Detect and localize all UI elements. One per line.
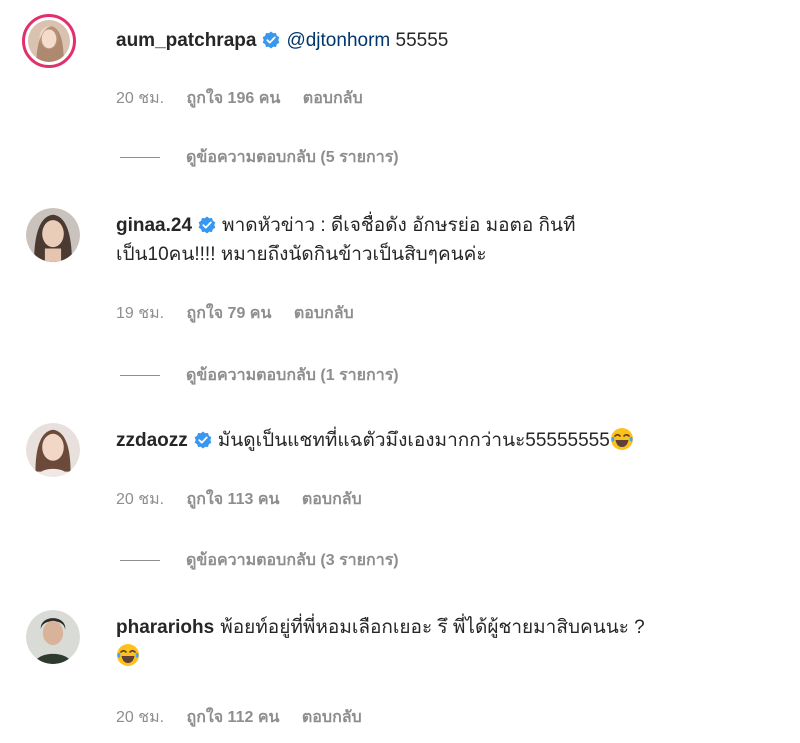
likes-count[interactable]: ถูกใจ 196 คน xyxy=(187,90,281,107)
avatar-photo xyxy=(28,20,70,62)
replies-divider xyxy=(120,560,160,562)
avatar[interactable] xyxy=(26,423,80,477)
comment-username[interactable]: ginaa.24 xyxy=(116,215,192,236)
comment-meta: 20 ชม. ถูกใจ 113 คน ตอบกลับ xyxy=(116,487,380,512)
comment-username[interactable]: pharariohs xyxy=(116,617,214,638)
comment-text: ginaa.24 พาดหัวข่าว : ดีเจชื่อดัง อักษรย่… xyxy=(116,211,760,269)
avatar-photo xyxy=(26,610,80,664)
avatar-photo xyxy=(26,208,80,262)
replies-divider xyxy=(120,375,160,377)
view-replies-button[interactable]: ดูข้อความตอบกลับ (3 รายการ) xyxy=(120,548,399,573)
reply-button[interactable]: ตอบกลับ xyxy=(294,305,354,322)
verified-badge-icon xyxy=(263,31,280,49)
comment-time: 20 ชม. xyxy=(116,491,165,508)
comment-time: 19 ชม. xyxy=(116,305,165,322)
reply-button[interactable]: ตอบกลับ xyxy=(302,709,362,726)
comment-meta: 20 ชม. ถูกใจ 196 คน ตอบกลับ xyxy=(116,86,381,111)
likes-count[interactable]: ถูกใจ 112 คน xyxy=(187,709,280,726)
reply-button[interactable]: ตอบกลับ xyxy=(303,90,363,107)
comment-username[interactable]: aum_patchrapa xyxy=(116,30,256,51)
view-replies-label: ดูข้อความตอบกลับ (1 รายการ) xyxy=(186,367,399,384)
reply-button[interactable]: ตอบกลับ xyxy=(302,491,362,508)
view-replies-button[interactable]: ดูข้อความตอบกลับ (5 รายการ) xyxy=(120,145,399,170)
avatar[interactable] xyxy=(22,14,76,68)
comment-text: pharariohs พ้อยท์อยู่ที่พี่หอมเลือกเยอะ ร… xyxy=(116,613,760,671)
likes-count[interactable]: ถูกใจ 79 คน xyxy=(187,305,272,322)
replies-divider xyxy=(120,157,160,159)
view-replies-button[interactable]: ดูข้อความตอบกลับ (1 รายการ) xyxy=(120,363,399,388)
comment-message: พ้อยท์อยู่ที่พี่หอมเลือกเยอะ รึ พี่ได้ผู… xyxy=(220,617,645,638)
comment-message-line1: พาดหัวข่าว : ดีเจชื่อดัง อักษรย่อ มอตอ ก… xyxy=(222,215,576,236)
comment-username[interactable]: zzdaozz xyxy=(116,430,188,451)
face-with-tears-of-joy-icon xyxy=(117,644,139,666)
avatar[interactable] xyxy=(26,610,80,664)
comment-time: 20 ชม. xyxy=(116,90,165,107)
verified-badge-icon xyxy=(198,216,216,234)
comment-message: มันดูเป็นแชทที่แฉตัวมึงเองมากกว่านะ55555… xyxy=(217,430,610,451)
verified-badge-icon xyxy=(194,431,212,449)
comment-message-line2: เป็น10คน!!!! หมายถึงนัดกินข้าวเป็นสิบๆคน… xyxy=(116,244,487,265)
view-replies-label: ดูข้อความตอบกลับ (3 รายการ) xyxy=(186,552,399,569)
comment-time: 20 ชม. xyxy=(116,709,165,726)
comment-text: aum_patchrapa @djtonhorm 55555 xyxy=(116,26,760,55)
view-replies-label: ดูข้อความตอบกลับ (5 รายการ) xyxy=(186,149,399,166)
avatar-photo xyxy=(26,423,80,477)
face-with-tears-of-joy-icon xyxy=(610,428,633,450)
avatar[interactable] xyxy=(26,208,80,262)
likes-count[interactable]: ถูกใจ 113 คน xyxy=(187,491,280,508)
comment-meta: 20 ชม. ถูกใจ 112 คน ตอบกลับ xyxy=(116,705,380,730)
comment-text: zzdaozz มันดูเป็นแชทที่แฉตัวมึงเองมากกว่า… xyxy=(116,426,760,455)
comment-meta: 19 ชม. ถูกใจ 79 คน ตอบกลับ xyxy=(116,301,372,326)
comment-message: 55555 xyxy=(390,30,449,51)
mention-link[interactable]: @djtonhorm xyxy=(286,30,390,51)
